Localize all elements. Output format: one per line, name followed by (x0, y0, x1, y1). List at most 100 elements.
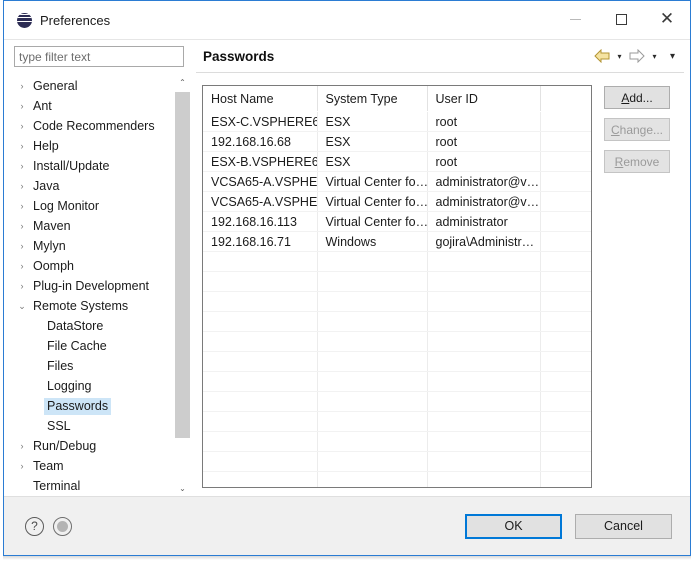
table-cell: administrator (427, 211, 541, 232)
table-cell: Virtual Center fo… (317, 211, 428, 232)
apply-defaults-icon[interactable] (53, 516, 72, 536)
chevron-right-icon[interactable]: › (14, 161, 30, 171)
add-button[interactable]: Add... (604, 86, 670, 109)
table-row-empty[interactable] (203, 251, 591, 272)
table-row-empty[interactable] (203, 391, 591, 412)
ok-button[interactable]: OK (465, 513, 562, 539)
table-row-empty[interactable] (203, 351, 591, 372)
sidebar-item-mylyn[interactable]: › Mylyn (14, 236, 174, 256)
sidebar-item-logging[interactable]: Logging (14, 376, 174, 396)
back-dropdown-caret[interactable]: ▾ (611, 52, 628, 61)
sidebar-item-files[interactable]: Files (14, 356, 174, 376)
column-header[interactable] (540, 86, 591, 112)
table-row-empty[interactable] (203, 411, 591, 432)
passwords-table-container[interactable]: Host Name System Type User ID ESX-C.VSPHER… (202, 85, 592, 488)
table-cell-empty (203, 331, 318, 352)
table-cell-empty (540, 351, 591, 372)
chevron-right-icon[interactable]: › (14, 141, 30, 151)
change-button[interactable]: Change... (604, 118, 670, 141)
table-row-empty[interactable] (203, 271, 591, 292)
chevron-right-icon[interactable]: › (14, 201, 30, 211)
cancel-button[interactable]: Cancel (575, 513, 672, 539)
sidebar-item-plug-in-development[interactable]: › Plug-in Development (14, 276, 174, 296)
chevron-right-icon[interactable]: › (14, 461, 30, 471)
sidebar-item-oomph[interactable]: › Oomph (14, 256, 174, 276)
column-header[interactable]: Host Name (203, 86, 318, 112)
help-icon[interactable]: ? (25, 516, 44, 536)
sidebar-item-label: Remote Systems (33, 298, 129, 313)
table-row-empty[interactable] (203, 291, 591, 312)
sidebar-item-label: Help (33, 138, 59, 153)
chevron-right-icon[interactable]: › (14, 121, 30, 131)
preferences-tree[interactable]: › General › Ant › Code Recommenders › Help › Inst… (14, 74, 174, 496)
chevron-down-icon[interactable]: ⌄ (14, 301, 30, 311)
sidebar-item-run-debug[interactable]: › Run/Debug (14, 436, 174, 456)
table-cell-empty (427, 331, 541, 352)
table-cell (540, 171, 591, 192)
sidebar-item-maven[interactable]: › Maven (14, 216, 174, 236)
chevron-right-icon[interactable]: › (14, 101, 30, 111)
sidebar-item-ssl[interactable]: SSL (14, 416, 174, 436)
page-title: Passwords (203, 48, 275, 64)
table-body[interactable]: ESX-C.VSPHERE6…ESXroot192.168.16.68ESXro… (203, 111, 591, 487)
sidebar-item-log-monitor[interactable]: › Log Monitor (14, 196, 174, 216)
table-row-empty[interactable] (203, 471, 591, 487)
sidebar-item-ant[interactable]: › Ant (14, 96, 174, 116)
sidebar-item-remote-systems[interactable]: ⌄ Remote Systems (14, 296, 174, 316)
table-row[interactable]: 192.168.16.68 ESX root (203, 131, 591, 152)
sidebar-item-code-recommenders[interactable]: › Code Recommenders (14, 116, 174, 136)
scrollbar-track[interactable] (175, 90, 190, 480)
table-row[interactable]: ESX-B.VSPHERE6…ESXroot (203, 151, 591, 172)
scroll-up-button[interactable]: ⌃ (175, 74, 190, 90)
sidebar-item-datastore[interactable]: DataStore (14, 316, 174, 336)
table-row-empty[interactable] (203, 311, 591, 332)
table-row[interactable]: VCSA65-A.VSPHE…Virtual Center fo…adminis… (203, 171, 591, 192)
scroll-down-button[interactable]: ⌄ (175, 480, 190, 496)
tree-scrollbar[interactable]: ⌃ ⌄ (174, 74, 190, 496)
sidebar-item-file-cache[interactable]: File Cache (14, 336, 174, 356)
sidebar-item-terminal[interactable]: Terminal (14, 476, 174, 496)
scrollbar-thumb[interactable] (175, 92, 190, 438)
chevron-right-icon[interactable]: › (14, 441, 30, 451)
page-menu-caret[interactable]: ▾ (663, 51, 682, 62)
forward-dropdown-caret[interactable]: ▾ (646, 52, 663, 61)
sidebar-item-help[interactable]: › Help (14, 136, 174, 156)
maximize-icon (615, 14, 627, 25)
minimize-button[interactable] (552, 1, 598, 38)
table-row-empty[interactable] (203, 331, 591, 352)
remove-button[interactable]: Remove (604, 150, 670, 173)
table-cell-empty (427, 371, 541, 392)
chevron-right-icon[interactable]: › (14, 241, 30, 251)
sidebar-item-passwords[interactable]: Passwords (14, 396, 174, 416)
table-header-row[interactable]: Host Name System Type User ID (203, 86, 591, 112)
chevron-right-icon[interactable]: › (14, 221, 30, 231)
table-row-empty[interactable] (203, 451, 591, 472)
sidebar-item-java[interactable]: › Java (14, 176, 174, 196)
table-row[interactable]: 192.168.16.113 Virtual Center fo… administ… (203, 211, 591, 232)
sidebar-item-general[interactable]: › General (14, 76, 174, 96)
table-row[interactable]: VCSA65-A.VSPHE…Virtual Center fo…adminis… (203, 191, 591, 212)
column-header[interactable]: User ID (427, 86, 541, 112)
sidebar-item-team[interactable]: › Team (14, 456, 174, 476)
page-navigation: ▾ ▾ ▾ (593, 40, 682, 72)
table-row[interactable]: ESX-C.VSPHERE6…ESXroot (203, 111, 591, 132)
chevron-right-icon[interactable]: › (14, 261, 30, 271)
table-cell-empty (540, 251, 591, 272)
table-cell: administrator@v… (427, 191, 541, 212)
table-row[interactable]: 192.168.16.71 Windows gojira\Administr… (203, 231, 591, 252)
table-row-empty[interactable] (203, 431, 591, 452)
table-cell-empty (427, 251, 541, 272)
column-header[interactable]: System Type (317, 86, 428, 112)
sidebar-item-label: Code Recommenders (33, 118, 155, 133)
close-button[interactable]: ✕ (644, 1, 690, 38)
table-cell: ESX-C.VSPHERE6… (203, 111, 318, 132)
chevron-right-icon[interactable]: › (14, 81, 30, 91)
forward-button[interactable] (628, 40, 646, 72)
back-button[interactable] (593, 40, 611, 72)
search-input[interactable] (14, 46, 184, 67)
table-row-empty[interactable] (203, 371, 591, 392)
chevron-right-icon[interactable]: › (14, 281, 30, 291)
chevron-right-icon[interactable]: › (14, 181, 30, 191)
maximize-button[interactable] (598, 1, 644, 38)
sidebar-item-install-update[interactable]: › Install/Update (14, 156, 174, 176)
